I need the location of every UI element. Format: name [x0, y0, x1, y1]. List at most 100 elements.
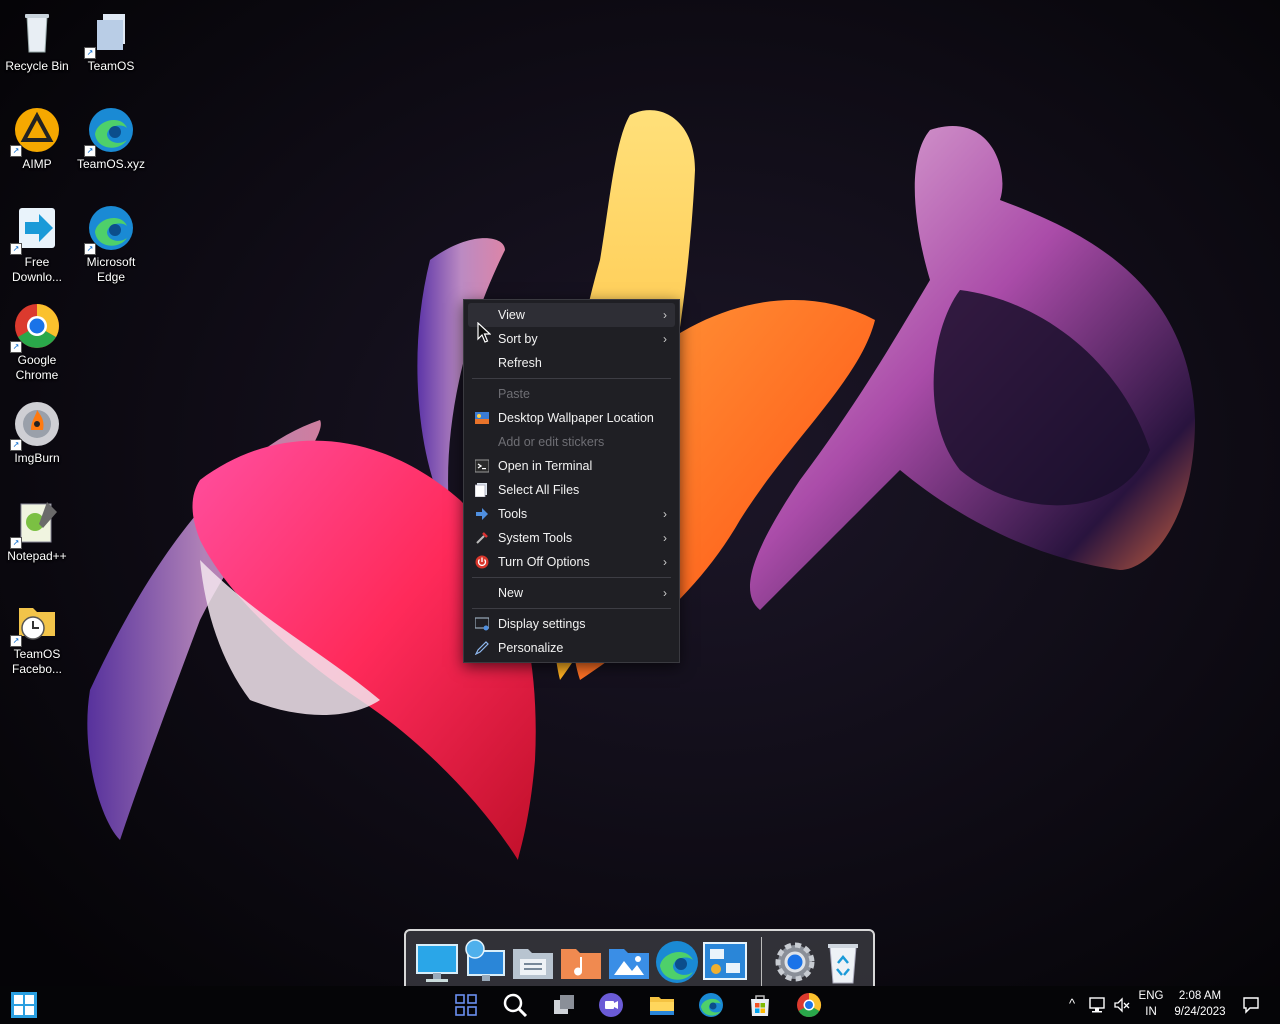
pen-icon	[475, 641, 489, 655]
system-tools-icon	[476, 532, 488, 544]
menu-item-system-tools[interactable]: System Tools ›	[468, 526, 675, 550]
clock-time: 2:08 AM	[1178, 990, 1222, 1002]
menu-item-view[interactable]: View ›	[468, 303, 675, 327]
menu-item-tools[interactable]: Tools ›	[468, 502, 675, 526]
chrome-icon: ↗	[10, 302, 61, 353]
search-icon[interactable]	[501, 991, 529, 1019]
dock-pictures-icon[interactable]	[606, 939, 652, 985]
start-button-windows-icon[interactable]	[11, 992, 37, 1018]
desktop-icon-label: TeamOS.xyz	[76, 157, 145, 171]
network-icon[interactable]	[1088, 996, 1106, 1014]
dock-divider	[761, 937, 762, 987]
shortcut-arrow-icon: ↗	[10, 145, 22, 157]
menu-item-open-in-terminal[interactable]: Open in Terminal	[468, 454, 675, 478]
clock[interactable]: 2:08 AM 9/24/2023	[1170, 988, 1230, 1020]
chevron-right-icon: ›	[663, 555, 667, 569]
menu-item-new[interactable]: New ›	[468, 581, 675, 605]
shortcut-arrow-icon: ↗	[84, 145, 96, 157]
menu-item-display-settings[interactable]: Display settings	[468, 612, 675, 636]
desktop-icon-label: Recycle Bin	[5, 59, 69, 73]
desktop-icon-aimp[interactable]: ↗ AIMP	[0, 106, 74, 172]
dock-settings-gear-icon[interactable]	[772, 939, 818, 985]
aimp-icon: ↗	[10, 106, 61, 157]
desktop-icon-teamos-xyz[interactable]: ↗ TeamOS.xyz	[74, 106, 148, 172]
desktop-icon-microsoft-edge[interactable]: ↗ Microsoft Edge	[74, 204, 148, 285]
dock-this-pc-icon[interactable]	[414, 939, 460, 985]
menu-item-select-all-files[interactable]: Select All Files	[468, 478, 675, 502]
desktop-icon-google-chrome[interactable]: ↗ Google Chrome	[0, 302, 74, 383]
chevron-right-icon: ›	[663, 308, 667, 322]
dock-music-icon[interactable]	[558, 939, 604, 985]
shortcut-arrow-icon: ↗	[10, 341, 22, 353]
select-all-icon	[475, 483, 487, 497]
chevron-right-icon: ›	[663, 332, 667, 346]
dock-control-panel-icon[interactable]	[702, 939, 748, 985]
dock-documents-icon[interactable]	[510, 939, 556, 985]
menu-item-turn-off-options[interactable]: Turn Off Options ›	[468, 550, 675, 574]
start-menu-grid-icon[interactable]	[452, 991, 480, 1019]
power-icon	[475, 555, 489, 569]
chevron-right-icon: ›	[663, 586, 667, 600]
imgburn-icon: ↗	[10, 400, 61, 451]
desktop-icon-teamos[interactable]: ↗ TeamOS	[74, 8, 148, 74]
notification-center-icon[interactable]	[1242, 996, 1260, 1014]
desktop-icon-label: Notepad++	[7, 549, 67, 563]
desktop-icon-label: Microsoft Edge	[86, 255, 136, 284]
menu-separator	[472, 378, 671, 379]
wallpaper-location-icon	[475, 412, 489, 424]
menu-item-refresh[interactable]: Refresh	[468, 351, 675, 375]
folder-clock-icon: ↗	[10, 596, 61, 647]
task-view-icon[interactable]	[550, 991, 578, 1019]
desktop-icon-teamos-facebook[interactable]: ↗ TeamOS Facebo...	[0, 596, 74, 677]
app-dock	[404, 929, 875, 992]
input-language-indicator[interactable]: ENG IN	[1136, 988, 1166, 1020]
desktop-icon-notepad-plus-plus[interactable]: ↗ Notepad++	[0, 498, 74, 564]
menu-item-personalize[interactable]: Personalize	[468, 636, 675, 660]
microsoft-store-icon[interactable]	[746, 991, 774, 1019]
menu-item-desktop-wallpaper-location[interactable]: Desktop Wallpaper Location	[468, 406, 675, 430]
desktop-icon-free-download-manager[interactable]: ↗ Free Downlo...	[0, 204, 74, 285]
menu-item-sort-by[interactable]: Sort by ›	[468, 327, 675, 351]
tools-arrow-icon	[476, 508, 488, 520]
shortcut-arrow-icon: ↗	[10, 537, 22, 549]
taskbar: ^ ENG IN 2:08 AM 9/24/2023	[0, 986, 1280, 1024]
terminal-icon	[475, 459, 489, 473]
desktop-icon-recycle-bin[interactable]: Recycle Bin	[0, 8, 74, 74]
shortcut-arrow-icon: ↗	[84, 47, 96, 59]
desktop-icon-imgburn[interactable]: ↗ ImgBurn	[0, 400, 74, 466]
edge-icon: ↗	[84, 204, 135, 255]
free-download-manager-icon: ↗	[10, 204, 61, 255]
chevron-right-icon: ›	[663, 531, 667, 545]
shortcut-arrow-icon: ↗	[10, 243, 22, 255]
desktop-icon-label: TeamOS Facebo...	[11, 647, 63, 676]
file-explorer-icon[interactable]	[648, 991, 676, 1019]
desktop-icon-label: Free Downlo...	[11, 255, 63, 284]
taskbar-chrome-icon[interactable]	[795, 991, 823, 1019]
shortcut-arrow-icon: ↗	[84, 243, 96, 255]
desktop-icon-label: Google Chrome	[15, 353, 59, 382]
desktop-context-menu: View › Sort by › Refresh Paste Desktop W…	[463, 299, 680, 663]
dock-recycle-bin-icon[interactable]	[820, 939, 866, 985]
volume-muted-icon[interactable]	[1113, 996, 1131, 1014]
dock-network-icon[interactable]	[462, 939, 508, 985]
folder-icon: ↗	[84, 8, 135, 59]
notepad-plus-plus-icon: ↗	[10, 498, 61, 549]
mouse-cursor-icon	[477, 322, 491, 343]
menu-separator	[472, 577, 671, 578]
desktop-icon-label: TeamOS	[87, 59, 135, 73]
show-hidden-icons-button[interactable]: ^	[1064, 996, 1080, 1012]
edge-icon: ↗	[84, 106, 135, 157]
clock-date: 9/24/2023	[1174, 1006, 1226, 1018]
teams-chat-icon[interactable]	[597, 991, 625, 1019]
menu-separator	[472, 608, 671, 609]
shortcut-arrow-icon: ↗	[10, 439, 22, 451]
display-settings-icon	[475, 617, 489, 631]
menu-item-paste: Paste	[498, 387, 530, 401]
desktop-icon-label: ImgBurn	[14, 451, 60, 465]
menu-item-add-or-edit-stickers: Add or edit stickers	[498, 435, 605, 449]
recycle-bin-icon	[13, 8, 61, 56]
shortcut-arrow-icon: ↗	[10, 635, 22, 647]
taskbar-edge-icon[interactable]	[697, 991, 725, 1019]
desktop-icon-label: AIMP	[22, 157, 52, 171]
dock-edge-icon[interactable]	[654, 939, 700, 985]
